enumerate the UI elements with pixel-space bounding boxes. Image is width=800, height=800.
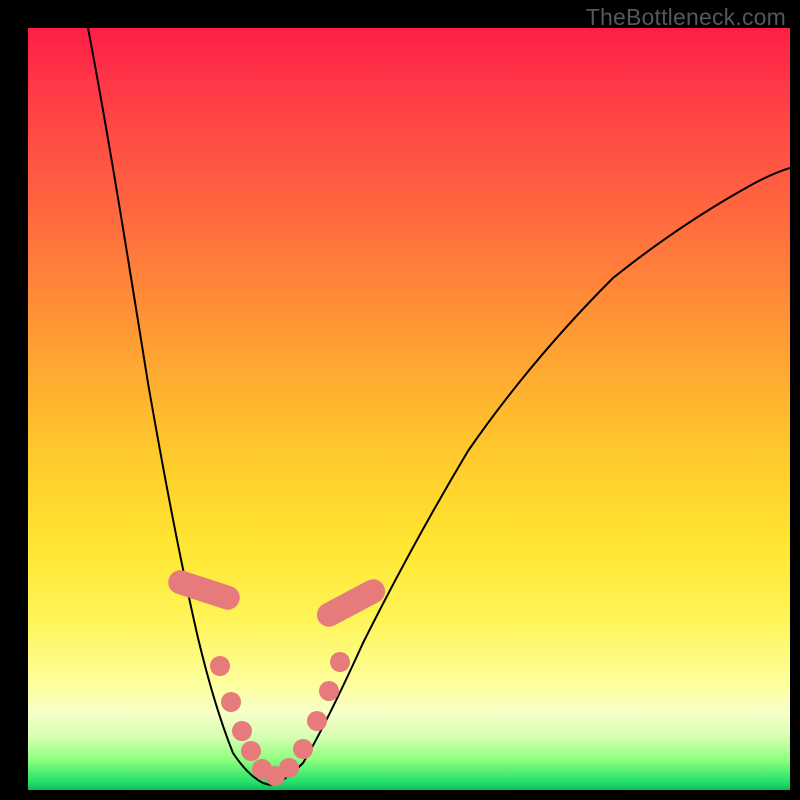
- marker-dot: [307, 711, 327, 731]
- marker-dot: [232, 721, 252, 741]
- right-branch: [271, 168, 790, 785]
- marker-dot: [330, 652, 350, 672]
- left-branch: [88, 28, 271, 785]
- marker-dot: [241, 741, 261, 761]
- marker-dot: [319, 681, 339, 701]
- curve-layer: [28, 28, 790, 790]
- marker-dot: [293, 739, 313, 759]
- marker-dot: [279, 758, 299, 778]
- marker-dot: [210, 656, 230, 676]
- marker-dot: [221, 692, 241, 712]
- chart-frame: TheBottleneck.com: [0, 0, 800, 800]
- marker-cap-left: [165, 567, 243, 613]
- plot-area: [28, 28, 790, 790]
- watermark-text: TheBottleneck.com: [586, 4, 786, 31]
- marker-cap-right: [313, 575, 390, 631]
